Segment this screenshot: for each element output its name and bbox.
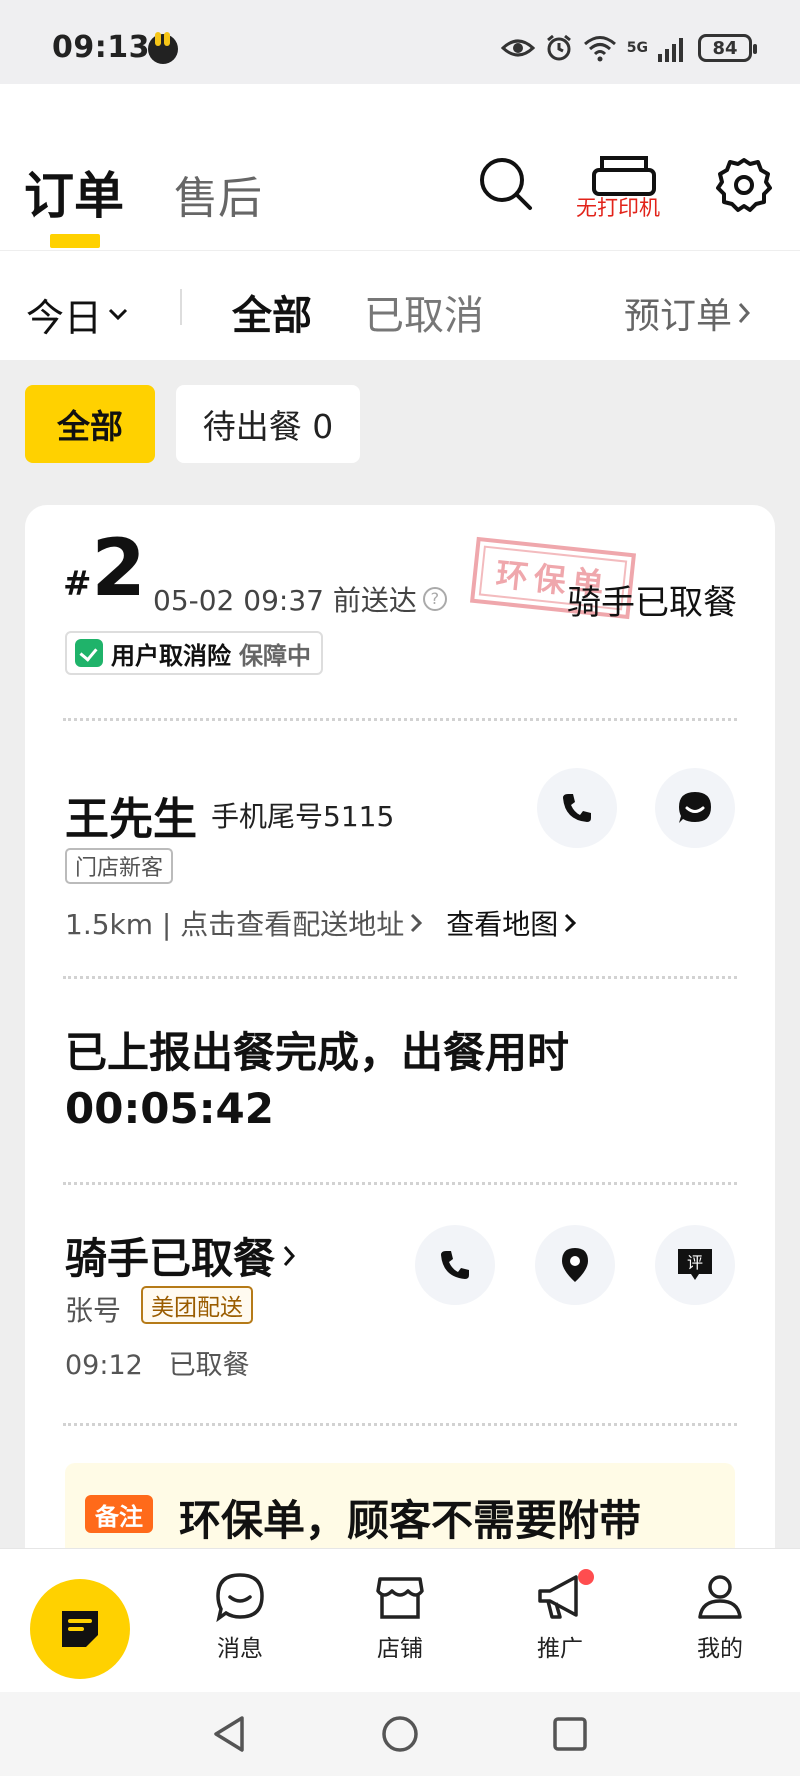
order-card[interactable]: # 2 05-02 09:37 前送达 ? 环保单 骑手已取餐 用户取消险 保障… — [25, 505, 775, 1605]
pickup-time: 09:12 — [65, 1350, 143, 1381]
bunny-icon — [148, 32, 178, 64]
view-map-link[interactable]: 查看地图 — [446, 903, 558, 943]
network-type: 5G — [626, 40, 648, 56]
orders-fab-button[interactable] — [30, 1579, 130, 1679]
customer-name: 王先生 — [65, 794, 197, 845]
meal-report: 已上报出餐完成，出餐用时 00:05:42 — [65, 1025, 569, 1137]
dotted-divider — [63, 1423, 737, 1426]
rider-status-link[interactable]: 骑手已取餐 — [65, 1225, 296, 1286]
profile-icon — [698, 1575, 742, 1619]
phone-icon — [563, 794, 591, 822]
nav-store-label: 店铺 — [377, 1636, 423, 1662]
tab-orders[interactable]: 订单 — [24, 156, 124, 228]
nav-promotion[interactable]: 推广 — [500, 1569, 620, 1679]
call-rider-button[interactable] — [415, 1225, 495, 1305]
status-icons: 5G 84 — [500, 30, 757, 66]
preorder-link[interactable]: 预订单 — [624, 287, 751, 339]
status-bar: 09:13 5G 84 — [0, 0, 800, 84]
call-customer-button[interactable] — [537, 768, 617, 848]
message-icon — [216, 1573, 264, 1623]
rider-status: 骑手已取餐 — [65, 1234, 276, 1283]
nav-messages[interactable]: 消息 — [180, 1569, 300, 1679]
insurance-status: 保障中 — [239, 641, 311, 670]
search-icon[interactable] — [476, 154, 536, 214]
chevron-right-icon — [283, 1245, 296, 1266]
orders-note-icon — [62, 1611, 98, 1647]
nav-store[interactable]: 店铺 — [340, 1569, 460, 1679]
wifi-icon — [583, 36, 616, 62]
date-filter-dropdown[interactable]: 今日 — [26, 287, 128, 342]
chip-pending-meal[interactable]: 待出餐 0 — [176, 385, 360, 463]
location-pin-icon — [562, 1248, 588, 1282]
chevron-right-icon — [738, 303, 751, 323]
rider-name: 张号 — [65, 1294, 122, 1327]
insurance-badge[interactable]: 用户取消险 保障中 — [65, 631, 323, 675]
gear-icon[interactable] — [714, 154, 774, 214]
remark-text: 环保单，顾客不需要附带 — [179, 1496, 642, 1545]
delivery-deadline-text: 05-02 09:37 前送达 — [153, 584, 417, 617]
dotted-divider — [63, 718, 737, 721]
date-filter-label: 今日 — [26, 296, 103, 340]
printer-status: 无打印机 — [576, 196, 660, 220]
back-icon[interactable] — [208, 1712, 252, 1756]
insurance-label: 用户取消险 — [111, 641, 231, 670]
filter-tab-all[interactable]: 全部 — [232, 283, 312, 341]
new-customer-tag: 门店新客 — [65, 848, 174, 884]
rider-location-button[interactable] — [535, 1225, 615, 1305]
view-address-link[interactable]: 1.5km | 点击查看配送地址 — [65, 903, 404, 943]
app-header: 订单 售后 无打印机 — [0, 84, 800, 250]
delivery-deadline: 05-02 09:37 前送达 ? — [153, 579, 447, 619]
system-nav — [0, 1692, 800, 1776]
remark-tag: 备注 — [85, 1495, 153, 1533]
chat-customer-button[interactable] — [655, 768, 735, 848]
divider — [180, 289, 182, 325]
nav-promotion-label: 推广 — [537, 1636, 583, 1662]
home-icon[interactable] — [378, 1712, 422, 1756]
chevron-right-icon — [411, 913, 423, 933]
signal-icon — [658, 38, 683, 62]
dotted-divider — [63, 976, 737, 979]
order-hash: # — [63, 564, 92, 604]
order-number: # 2 — [63, 530, 146, 608]
battery-level: 84 — [712, 37, 738, 59]
alarm-icon — [546, 34, 571, 61]
eye-icon — [500, 39, 535, 57]
customer-phone: 手机尾号5115 — [211, 800, 395, 833]
chevron-right-icon — [565, 913, 577, 933]
help-icon[interactable]: ? — [422, 587, 447, 611]
rider-pickup-time: 09:12 已取餐 — [65, 1343, 250, 1382]
filter-bar: 今日 全部 已取消 预订单 — [0, 250, 800, 360]
bottom-nav: 消息 店铺 推广 我的 — [0, 1548, 800, 1692]
address-line: 1.5km | 点击查看配送地址 查看地图 — [65, 903, 577, 943]
preorder-label: 预订单 — [624, 296, 733, 337]
meal-prep-duration: 00:05:42 — [65, 1084, 274, 1133]
pickup-status: 已取餐 — [168, 1350, 250, 1381]
battery-icon: 84 — [698, 34, 757, 62]
svg-text:评: 评 — [687, 1253, 703, 1272]
meal-report-text: 已上报出餐完成，出餐用时 — [65, 1028, 570, 1077]
nav-messages-label: 消息 — [217, 1636, 263, 1662]
notification-dot — [578, 1569, 594, 1585]
status-time: 09:13 — [52, 30, 150, 65]
order-status: 骑手已取餐 — [567, 583, 737, 623]
chip-all[interactable]: 全部 — [25, 385, 155, 463]
rate-rider-button[interactable]: 评 — [655, 1225, 735, 1305]
tab-after-sales[interactable]: 售后 — [174, 162, 262, 226]
delivery-provider-tag: 美团配送 — [141, 1286, 253, 1324]
store-icon — [376, 1577, 424, 1619]
dotted-divider — [63, 1182, 737, 1185]
nav-profile-label: 我的 — [697, 1636, 743, 1662]
chevron-down-icon — [108, 308, 128, 320]
shield-check-icon — [75, 639, 103, 667]
chat-icon — [679, 792, 711, 823]
review-icon: 评 — [678, 1249, 712, 1280]
recents-icon[interactable] — [548, 1712, 592, 1756]
order-number-value: 2 — [91, 524, 146, 614]
phone-icon — [441, 1251, 469, 1279]
nav-profile[interactable]: 我的 — [660, 1569, 780, 1679]
filter-tab-cancelled[interactable]: 已取消 — [364, 283, 484, 341]
active-tab-indicator — [50, 234, 100, 248]
